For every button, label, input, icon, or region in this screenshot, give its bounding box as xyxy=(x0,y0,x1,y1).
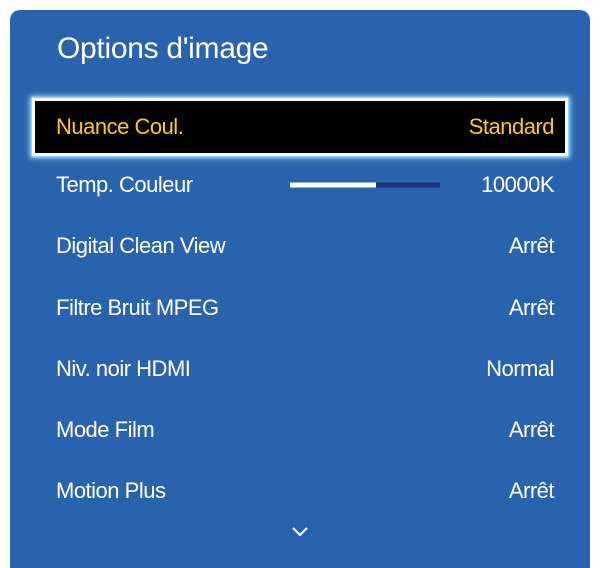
menu-item-value: Arrêt xyxy=(508,417,555,442)
menu-item-label: Nuance Coul. xyxy=(56,114,184,139)
menu-item-label: Mode Film xyxy=(56,417,155,442)
menu-item-label: Temp. Couleur xyxy=(56,172,193,197)
menu-item-value: Normal xyxy=(486,356,554,381)
menu-item-label: Motion Plus xyxy=(56,478,166,503)
picture-options-panel: Options d'image Nuance Coul. Standard Te… xyxy=(10,10,590,568)
color-temperature-slider[interactable] xyxy=(290,182,440,188)
menu-item-label: Niv. noir HDMI xyxy=(56,356,191,381)
menu-item-digital-clean-view[interactable]: Digital Clean View Arrêt xyxy=(32,217,568,275)
menu-item-value: Arrêt xyxy=(508,295,555,320)
menu-item-value: Arrêt xyxy=(508,478,555,503)
menu-item-label: Digital Clean View xyxy=(56,233,226,258)
menu-item-temp-couleur[interactable]: Temp. Couleur 10000K xyxy=(32,156,568,214)
menu-item-value: Arrêt xyxy=(508,233,555,258)
menu-item-niv-noir-hdmi[interactable]: Niv. noir HDMI Normal xyxy=(32,340,568,398)
menu-item-filtre-bruit-mpeg[interactable]: Filtre Bruit MPEG Arrêt xyxy=(32,279,568,337)
menu-item-nuance-coul[interactable]: Nuance Coul. Standard xyxy=(32,98,568,156)
menu-item-label: Filtre Bruit MPEG xyxy=(56,295,219,320)
menu-title: Options d'image xyxy=(57,32,269,65)
menu-item-value: 10000K xyxy=(481,172,554,197)
menu-item-value: Standard xyxy=(468,114,555,139)
menu-item-mode-film[interactable]: Mode Film Arrêt xyxy=(32,401,568,459)
menu-item-motion-plus[interactable]: Motion Plus Arrêt xyxy=(32,462,568,520)
slider-fill xyxy=(290,182,376,188)
chevron-down-icon[interactable] xyxy=(291,525,309,537)
